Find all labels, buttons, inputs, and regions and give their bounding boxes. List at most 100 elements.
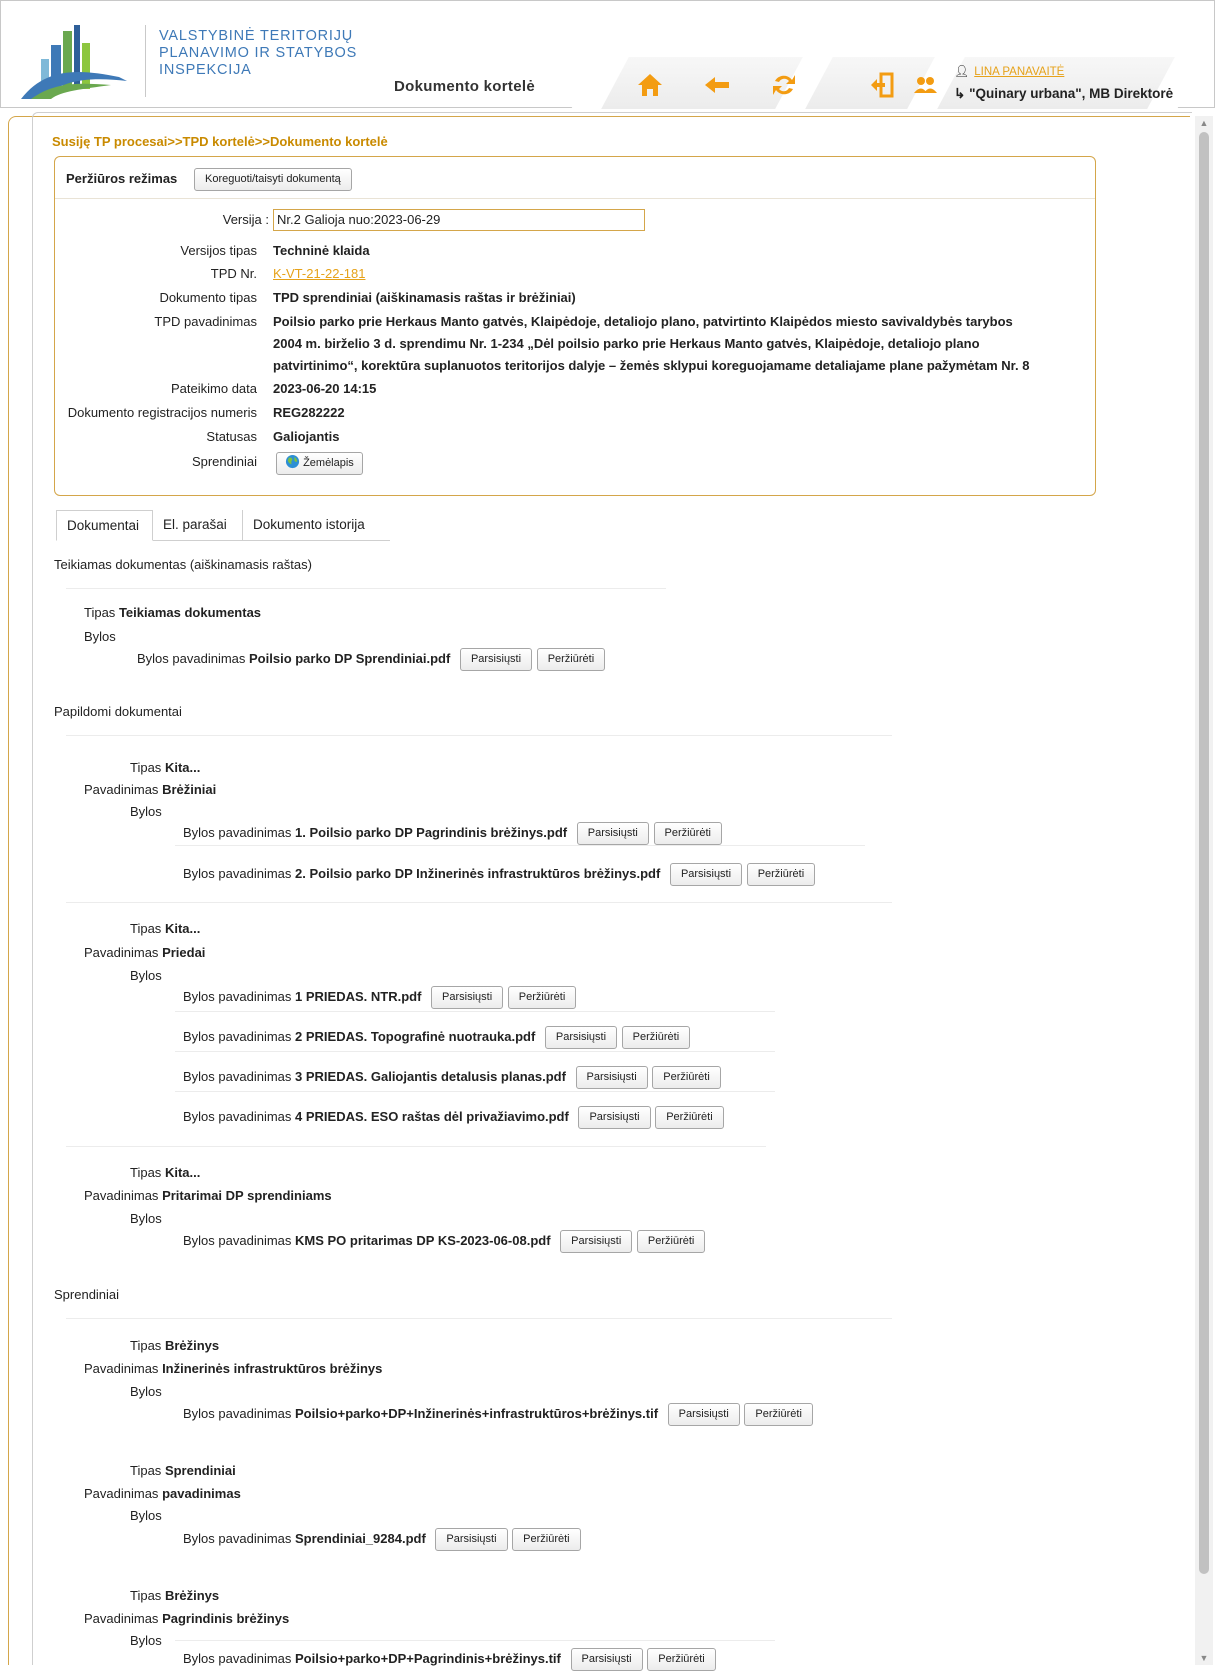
view-button[interactable]: Peržiūrėti — [653, 822, 722, 845]
logo-separator — [145, 25, 146, 97]
view-button[interactable]: Peržiūrėti — [536, 648, 606, 671]
bylos-label: Bylos — [130, 1211, 162, 1226]
tpd-pavadinimas-line-1: Poilsio parko prie Herkaus Manto gatvės,… — [273, 314, 1013, 329]
versijos-tipas-label: Versijos tipas — [180, 243, 257, 258]
file-row: Bylos pavadinimas 3 PRIEDAS. Galiojantis… — [183, 1066, 722, 1089]
view-button[interactable]: Peržiūrėti — [647, 1648, 716, 1671]
papildomi-section-title: Papildomi dokumentai — [54, 704, 182, 719]
bylos-pavadinimas-label: Bylos pavadinimas — [137, 650, 246, 666]
separator — [175, 1051, 775, 1052]
download-button[interactable]: Parsisiųsti — [544, 1026, 618, 1049]
org-name-line-3: INSPEKCIJA — [159, 62, 252, 78]
user-icon: 👤︎ — [954, 64, 970, 78]
separator — [66, 735, 892, 736]
users-icon[interactable] — [911, 71, 939, 99]
statusas-label: Statusas — [206, 429, 257, 444]
file-row: Bylos pavadinimas 4 PRIEDAS. ESO raštas … — [183, 1106, 725, 1129]
view-button[interactable]: Peržiūrėti — [512, 1528, 581, 1551]
file-name: 2 PRIEDAS. Topografinė nuotrauka.pdf — [295, 1028, 536, 1044]
versija-select[interactable]: Nr.2 Galioja nuo:2023-06-29 — [273, 209, 645, 231]
download-button[interactable]: Parsisiųsti — [431, 986, 504, 1009]
app-header: VALSTYBINĖ TERITORIJŲ PLANAVIMO IR STATY… — [0, 0, 1215, 109]
download-button[interactable]: Parsisiųsti — [570, 1648, 643, 1671]
zemelapis-button[interactable]: Žemėlapis — [276, 452, 363, 475]
reg-nr-value: REG282222 — [273, 405, 345, 420]
download-button[interactable]: Parsisiųsti — [435, 1528, 508, 1551]
separator — [66, 902, 892, 903]
view-button[interactable]: Peržiūrėti — [744, 1403, 813, 1426]
card-header: Peržiūros režimas Koreguoti/taisyti doku… — [55, 157, 1095, 199]
bylos-label: Bylos — [130, 1384, 162, 1399]
bylos-label: Bylos — [130, 1633, 162, 1648]
scroll-down-icon[interactable]: ▼ — [1195, 1651, 1213, 1665]
download-button[interactable]: Parsisiųsti — [459, 648, 533, 671]
view-button[interactable]: Peržiūrėti — [746, 863, 816, 886]
pavadinimas-row: Pavadinimas Inžinerinės infrastruktūros … — [84, 1361, 383, 1376]
file-row: Bylos pavadinimas 2 PRIEDAS. Topografinė… — [183, 1026, 691, 1049]
document-tabs: Dokumentai El. parašai Dokumento istorij… — [56, 510, 390, 541]
pateikimo-data-label: Pateikimo data — [171, 381, 257, 396]
scroll-up-icon[interactable]: ▲ — [1195, 116, 1213, 130]
user-name-link[interactable]: LINA PANAVAITĖ — [974, 66, 1064, 78]
versijos-tipas-value: Techninė klaida — [273, 243, 370, 258]
tpd-pavadinimas-label: TPD pavadinimas — [154, 314, 257, 329]
tpd-nr-label: TPD Nr. — [210, 266, 257, 281]
sprendiniai-section-title: Sprendiniai — [54, 1287, 120, 1302]
pavadinimas-row: Pavadinimas Priedai — [84, 945, 206, 960]
globe-icon — [285, 454, 300, 469]
file-row: Bylos pavadinimas 2. Poilsio parko DP In… — [183, 863, 816, 886]
view-button[interactable]: Peržiūrėti — [636, 1230, 706, 1253]
dokumento-tipas-value: TPD sprendiniai (aiškinamasis raštas ir … — [273, 290, 576, 305]
sprendiniai-label: Sprendiniai — [191, 454, 257, 469]
tab-dokumentai[interactable]: Dokumentai — [56, 510, 153, 541]
breadcrumb[interactable]: Susiję TP procesai>>TPD kortelė>>Dokumen… — [52, 134, 388, 149]
separator — [175, 845, 865, 846]
view-button[interactable]: Peržiūrėti — [655, 1106, 724, 1129]
view-button[interactable]: Peržiūrėti — [507, 986, 577, 1009]
download-button[interactable]: Parsisiųsti — [575, 1066, 648, 1089]
file-name: 1 PRIEDAS. NTR.pdf — [295, 988, 422, 1004]
file-row: Bylos pavadinimas 1. Poilsio parko DP Pa… — [183, 822, 723, 845]
download-button[interactable]: Parsisiųsti — [578, 1106, 651, 1129]
download-button[interactable]: Parsisiųsti — [560, 1230, 633, 1253]
tipas-label: Tipas — [84, 605, 116, 620]
separator — [175, 1640, 775, 1641]
logout-icon[interactable] — [868, 71, 896, 99]
tab-dokumento-istorija[interactable]: Dokumento istorija — [243, 510, 390, 541]
file-row: Bylos pavadinimas Poilsio+parko+DP+Inžin… — [183, 1403, 814, 1426]
edit-document-button[interactable]: Koreguoti/taisyti dokumentą — [194, 168, 352, 191]
download-button[interactable]: Parsisiųsti — [669, 863, 743, 886]
pavadinimas-row: Pavadinimas pavadinimas — [84, 1486, 241, 1501]
home-icon[interactable] — [636, 71, 664, 99]
scrollbar-thumb[interactable] — [1199, 132, 1209, 1574]
tipas-row: Tipas Kita... — [130, 921, 201, 936]
file-name: 1. Poilsio parko DP Pagrindinis brėžinys… — [295, 824, 568, 840]
user-role: "Quinary urbana", MB Direktorė — [969, 86, 1174, 101]
bylos-label: Bylos — [130, 804, 162, 819]
file-name: 4 PRIEDAS. ESO raštas dėl privažiavimo.p… — [295, 1108, 569, 1124]
download-button[interactable]: Parsisiųsti — [576, 822, 649, 845]
separator — [66, 1146, 766, 1147]
tab-el-parasai[interactable]: El. parašai — [153, 510, 243, 541]
teikiamas-section-title: Teikiamas dokumentas (aiškinamasis rašta… — [54, 557, 312, 572]
tipas-row: Tipas Kita... — [130, 1165, 201, 1180]
view-button[interactable]: Peržiūrėti — [621, 1026, 691, 1049]
statusas-value: Galiojantis — [273, 429, 340, 444]
separator — [66, 588, 666, 589]
tipas-row: Tipas Brėžinys — [130, 1338, 220, 1353]
separator — [175, 1011, 775, 1012]
dokumento-tipas-label: Dokumento tipas — [159, 290, 257, 305]
file-name: 2. Poilsio parko DP Inžinerinės infrastr… — [295, 865, 661, 881]
file-name: KMS PO pritarimas DP KS-2023-06-08.pdf — [295, 1232, 551, 1248]
pateikimo-data-value: 2023-06-20 14:15 — [273, 381, 377, 396]
pavadinimas-row: Pavadinimas Brėžiniai — [84, 782, 217, 797]
file-name: Poilsio+parko+DP+Inžinerinės+infrastrukt… — [295, 1405, 659, 1421]
back-arrow-icon[interactable] — [703, 71, 731, 99]
tpd-nr-link[interactable]: K-VT-21-22-181 — [273, 266, 366, 281]
download-button[interactable]: Parsisiųsti — [667, 1403, 740, 1426]
view-button[interactable]: Peržiūrėti — [652, 1066, 721, 1089]
mode-label: Peržiūros režimas — [66, 171, 178, 186]
refresh-icon[interactable] — [770, 71, 798, 99]
org-name-line-1: VALSTYBINĖ TERITORIJŲ — [159, 28, 354, 44]
vertical-scrollbar[interactable]: ▲ ▼ — [1195, 116, 1213, 1665]
